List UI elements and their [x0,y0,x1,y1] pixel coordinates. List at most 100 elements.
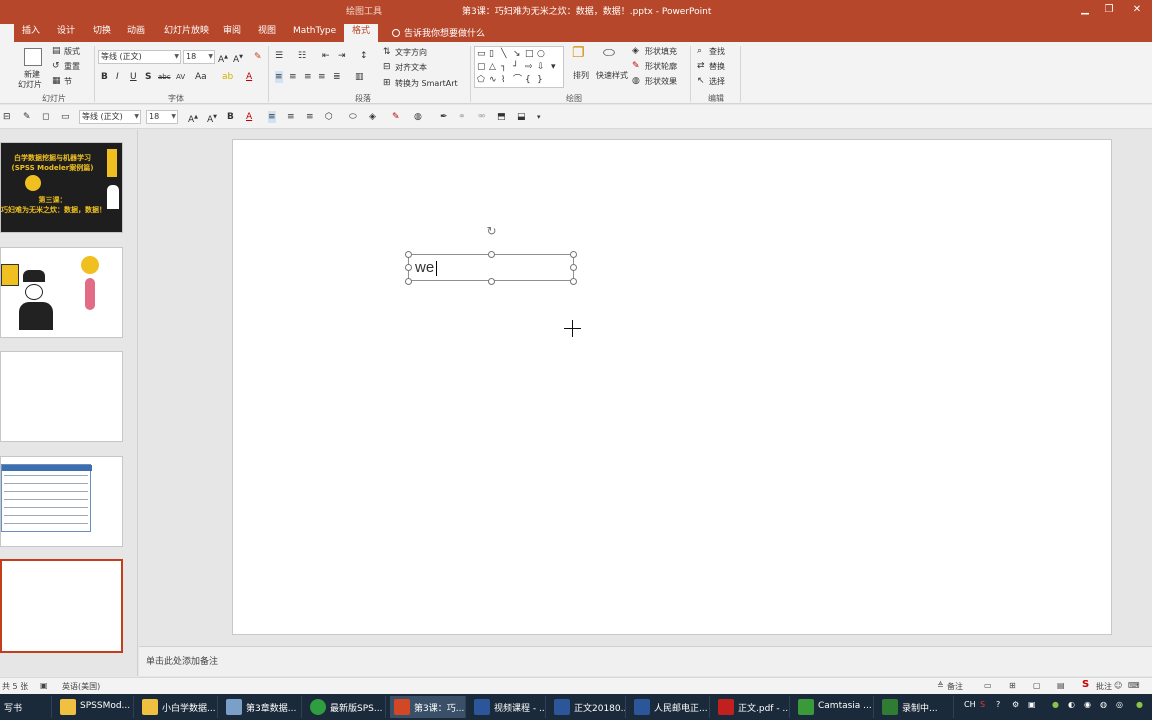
slide-sorter-icon[interactable]: ⊞ [1009,681,1016,690]
tray-icon[interactable]: ▣ [1028,700,1036,709]
slide-canvas[interactable] [232,139,1112,635]
resize-handle-top-left[interactable] [405,251,412,258]
clock-tray-icon[interactable]: ● [1136,700,1143,709]
taskbar-item[interactable]: 第3课：巧... [390,696,466,718]
arrange-icon[interactable]: ❐ [572,46,585,60]
decrease-indent-icon[interactable]: ⇤ [322,50,330,62]
columns-icon[interactable]: ▥ [355,71,364,83]
quick-styles-button[interactable]: 快速样式 [596,70,628,81]
align-center-icon[interactable]: ≡ [289,71,297,83]
textbox-content[interactable]: we [415,259,434,276]
align-text-button[interactable]: 对齐文本 [395,62,427,73]
elbow-connector-icon[interactable]: ┘ [513,61,518,73]
italic-icon[interactable]: I [116,71,119,83]
change-case-icon[interactable]: Aa [195,71,207,83]
arrow-line-icon[interactable]: ↘ [513,48,521,60]
help-tray-icon[interactable]: ? [996,700,1000,709]
tab-home-edge[interactable] [0,24,14,42]
ime-indicator[interactable]: CH [964,700,976,709]
clear-format-icon[interactable]: ✎ [254,51,262,63]
section-button[interactable]: 节 [64,76,72,87]
taskbar-item[interactable]: 视频课程 - ... [470,696,546,718]
font-color-icon[interactable]: A [246,111,252,123]
resize-handle-bottom-right[interactable] [570,278,577,285]
line-shape-icon[interactable]: ╲ [501,48,506,60]
slide-thumbnail-4[interactable] [0,456,123,547]
comments-toggle[interactable]: 批注 [1096,681,1112,692]
font-size-combo[interactable]: 18 ▼ [183,50,215,64]
brace-left-icon[interactable]: { [525,74,531,86]
taskbar-item[interactable]: 写书 [0,696,52,718]
fill-icon[interactable]: ◈ [369,111,376,123]
tab-format[interactable]: 格式 [344,24,379,42]
connector-icon[interactable]: ┐ [501,61,506,73]
resize-handle-bottom[interactable] [488,278,495,285]
tray-icon[interactable]: ◎ [1116,700,1123,709]
oval-shape-icon[interactable]: ○ [537,48,545,60]
strikethrough-icon[interactable]: abc [158,71,171,83]
bullets-icon[interactable]: ☰ [275,50,283,62]
slideshow-icon[interactable]: ▤ [1057,681,1065,690]
rotate-handle-icon[interactable]: ↻ [485,225,498,238]
shape-effects-button[interactable]: 形状效果 [645,76,677,87]
font-name-combo[interactable]: 等线 (正文) ▼ [98,50,181,64]
format-painter-icon[interactable]: ✎ [23,111,31,123]
shape-icon[interactable]: ◻ [42,111,49,123]
tab-animations[interactable]: 动画 [125,24,147,42]
shape-outline-button[interactable]: 形状轮廓 [645,61,677,72]
slide-thumbnail-panel[interactable]: 白学数据挖掘与机器学习 (SPSS Modeler案例篇) 第三课： 巧妇难为无… [0,130,138,676]
tab-slideshow[interactable]: 幻灯片放映 [162,24,211,42]
triangle-shape-icon[interactable]: △ [489,61,496,73]
select-button[interactable]: 选择 [709,76,725,87]
slide-thumbnail-5[interactable] [0,559,123,653]
slide-thumbnail-2[interactable] [0,247,123,338]
tab-transitions[interactable]: 切换 [91,24,113,42]
minimize-button[interactable]: ▁ [1074,2,1096,18]
bold-icon[interactable]: B [101,71,108,83]
resize-handle-right[interactable] [570,264,577,271]
settings-tray-icon[interactable]: ⚙ [1012,700,1019,709]
bold-icon[interactable]: B [227,111,234,123]
arrange-button[interactable]: 排列 [573,70,589,81]
section-icon[interactable]: ▦ [52,75,61,87]
layout-button[interactable]: 版式 [64,46,80,57]
reset-icon[interactable]: ↺ [52,60,60,72]
taskbar-item[interactable]: SPSSMod... [56,696,134,718]
restore-button[interactable]: ❐ [1098,2,1120,18]
underline-icon[interactable]: U [130,71,137,83]
font-color-icon[interactable]: A [246,71,252,83]
notes-toggle[interactable]: 备注 [947,681,963,692]
numbering-icon[interactable]: ☷ [298,50,306,62]
vertical-textbox-icon[interactable]: ▯ [489,48,494,60]
shadow-icon[interactable]: S [145,71,151,83]
spellcheck-icon[interactable]: ▣ [40,681,48,690]
taskbar-item[interactable]: 正文20180... [550,696,626,718]
tab-design[interactable]: 设计 [55,24,77,42]
right-arrow-shape-icon[interactable]: ⇨ [525,61,533,73]
align-left-icon[interactable]: ≡ [275,71,283,83]
pentagon-icon[interactable]: ⬠ [477,74,485,86]
tell-me-search[interactable]: 告诉我你想要做什么 [392,26,485,39]
send-backward-icon[interactable]: ⬓ [517,111,526,123]
text-frame-icon[interactable]: ▭ [61,111,70,123]
new-slide-label-2[interactable]: 幻灯片 [18,79,42,90]
chevron-down-icon[interactable]: ▾ [551,61,556,73]
down-arrow-shape-icon[interactable]: ⇩ [537,61,545,73]
notes-pane[interactable]: 单击此处添加备注 [139,646,1152,676]
tab-mathtype[interactable]: MathType [291,24,338,42]
grow-font-icon[interactable]: A▲ [218,51,228,66]
volume-tray-icon[interactable]: ◐ [1068,700,1075,709]
quick-styles-icon[interactable]: ⬭ [603,46,615,60]
align-center-icon[interactable]: ≡ [287,111,295,123]
format-font-combo[interactable]: 等线 (正文) ▼ [79,110,141,124]
taskbar-item[interactable]: Camtasia ... [794,696,874,718]
taskbar-item[interactable]: 最新版SPS... [306,696,386,718]
new-slide-icon[interactable] [24,48,42,66]
normal-view-icon[interactable]: ▭ [984,681,992,690]
line-spacing-icon[interactable]: ↕ [360,50,368,62]
taskbar-item[interactable]: 人民邮电正... [630,696,710,718]
curve-icon[interactable]: ∿ [489,74,497,86]
resize-handle-top[interactable] [488,251,495,258]
rounded-rect-icon[interactable]: ▢ [477,61,486,73]
replace-button[interactable]: 替换 [709,61,725,72]
